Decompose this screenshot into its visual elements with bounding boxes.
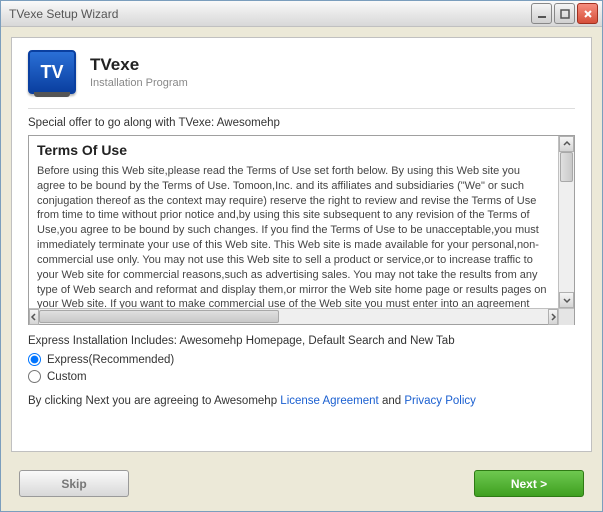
scroll-right-button[interactable]	[548, 309, 558, 325]
scroll-down-button[interactable]	[559, 292, 574, 308]
button-row: Skip Next >	[1, 462, 602, 511]
vertical-scrollbar[interactable]	[558, 136, 574, 308]
header: TV TVexe Installation Program	[28, 50, 575, 94]
chevron-up-icon	[563, 140, 571, 148]
maximize-button[interactable]	[554, 3, 575, 24]
product-subtitle: Installation Program	[90, 77, 188, 89]
setup-wizard-window: TVexe Setup Wizard TV TVexe Installation…	[0, 0, 603, 512]
privacy-policy-link[interactable]: Privacy Policy	[404, 395, 476, 407]
content-panel: TV TVexe Installation Program Special of…	[11, 37, 592, 452]
window-controls	[531, 3, 598, 24]
scroll-thumb-horizontal[interactable]	[39, 310, 279, 323]
agreement-text: By clicking Next you are agreeing to Awe…	[28, 395, 575, 407]
custom-radio-option[interactable]: Custom	[28, 370, 575, 383]
maximize-icon	[560, 9, 570, 19]
skip-button[interactable]: Skip	[19, 470, 129, 497]
horizontal-scrollbar[interactable]	[29, 308, 574, 324]
scroll-left-button[interactable]	[29, 309, 39, 325]
scroll-track-vertical[interactable]	[559, 152, 574, 292]
custom-radio-label: Custom	[47, 371, 87, 383]
close-button[interactable]	[577, 3, 598, 24]
scroll-track-horizontal[interactable]	[39, 309, 548, 324]
chevron-down-icon	[563, 296, 571, 304]
license-agreement-link[interactable]: License Agreement	[280, 395, 378, 407]
next-button[interactable]: Next >	[474, 470, 584, 497]
agree-prefix: By clicking Next you are agreeing to Awe…	[28, 395, 280, 407]
express-includes-text: Express Installation Includes: Awesomehp…	[28, 335, 575, 347]
chevron-right-icon	[549, 313, 557, 321]
product-logo-icon: TV	[28, 50, 76, 94]
express-radio-option[interactable]: Express(Recommended)	[28, 353, 575, 366]
express-radio[interactable]	[28, 353, 41, 366]
scrollbar-corner	[558, 309, 574, 325]
custom-radio[interactable]	[28, 370, 41, 383]
chevron-left-icon	[30, 313, 38, 321]
install-mode-group: Express(Recommended) Custom	[28, 353, 575, 387]
terms-of-use-box: Terms Of Use Before using this Web site,…	[28, 135, 575, 325]
terms-content[interactable]: Terms Of Use Before using this Web site,…	[29, 136, 558, 308]
window-title: TVexe Setup Wizard	[9, 7, 531, 21]
minimize-button[interactable]	[531, 3, 552, 24]
titlebar: TVexe Setup Wizard	[1, 1, 602, 27]
divider	[28, 108, 575, 109]
special-offer-text: Special offer to go along with TVexe: Aw…	[28, 117, 575, 129]
terms-title: Terms Of Use	[37, 141, 550, 160]
close-icon	[583, 9, 593, 19]
scroll-thumb-vertical[interactable]	[560, 152, 573, 182]
scroll-up-button[interactable]	[559, 136, 574, 152]
product-name: TVexe	[90, 55, 188, 75]
express-radio-label: Express(Recommended)	[47, 354, 174, 366]
header-text: TVexe Installation Program	[90, 55, 188, 89]
minimize-icon	[537, 9, 547, 19]
agree-mid: and	[379, 395, 405, 407]
terms-body-text: Before using this Web site,please read t…	[37, 164, 550, 308]
